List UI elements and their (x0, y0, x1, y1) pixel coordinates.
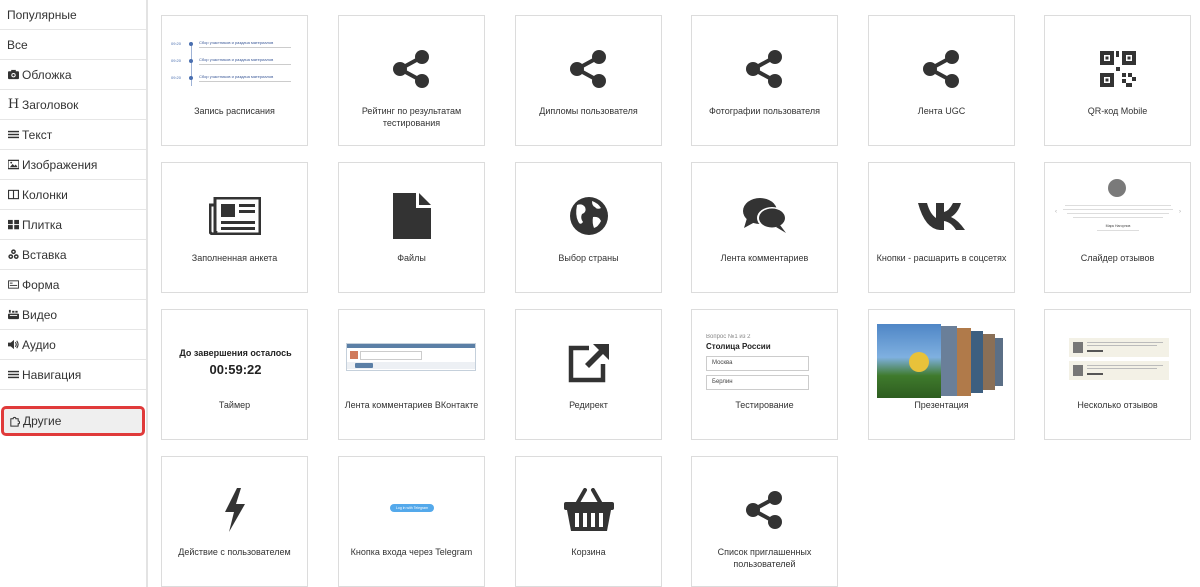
vk-icon (917, 203, 965, 230)
card-telegram-login[interactable]: Log in with Telegram Кнопка входа через … (338, 456, 485, 587)
card-user-diplomas[interactable]: Дипломы пользователя (515, 15, 662, 146)
sidebar-item-embed[interactable]: Вставка (0, 240, 146, 270)
card-label: Корзина (571, 547, 606, 557)
card-qr-mobile[interactable]: QR-код Mobile (1044, 15, 1191, 146)
share-icon (745, 491, 782, 529)
card-label: Несколько отзывов (1077, 400, 1158, 410)
external-link-icon (568, 344, 609, 383)
youtube-icon (7, 309, 20, 321)
cubes-icon (7, 249, 20, 261)
sidebar-item-video[interactable]: Видео (0, 300, 146, 330)
card-ugc-feed[interactable]: Лента UGC (868, 15, 1015, 146)
card-label: Дипломы пользователя (539, 106, 638, 116)
card-label: Список приглашенных пользователей (717, 547, 812, 569)
sidebar-item-images[interactable]: Изображения (0, 150, 146, 180)
share-icon (745, 50, 782, 88)
camera-icon (7, 69, 20, 81)
card-multiple-reviews[interactable]: Несколько отзывов (1044, 309, 1191, 440)
card-label: Лента UGC (917, 106, 966, 116)
sidebar-item-all[interactable]: Все (0, 30, 146, 60)
test-preview: Вопрос №1 из 2 Столица России Москва Бер… (706, 334, 824, 390)
bolt-icon (224, 488, 245, 532)
timer-value: 00:59:22 (209, 362, 262, 377)
presentation-preview (877, 324, 1008, 398)
sidebar-item-popular[interactable]: Популярные (0, 0, 146, 30)
card-presentation[interactable]: Презентация (868, 309, 1015, 440)
card-timer[interactable]: До завершения осталось 00:59:22 Таймер (161, 309, 308, 440)
card-label: Тестирование (735, 400, 794, 410)
card-label: Кнопки - расшарить в соцсетях (876, 253, 1007, 263)
sidebar-item-heading[interactable]: H Заголовок (0, 90, 146, 120)
tiles-icon (7, 219, 20, 231)
reviews-slider-preview: ‹ › Марк Нагорнов (1053, 179, 1183, 249)
card-social-share-buttons[interactable]: Кнопки - расшарить в соцсетях (868, 162, 1015, 293)
timer-title: До завершения осталось (179, 348, 292, 358)
file-icon (392, 193, 431, 239)
share-icon (569, 50, 606, 88)
timer-preview: До завершения осталось 00:59:22 (162, 348, 309, 377)
card-comments-feed[interactable]: Лента комментариев (691, 162, 838, 293)
basket-icon (563, 488, 614, 531)
menu-icon (7, 369, 20, 381)
card-label: Запись расписания (194, 106, 275, 116)
newspaper-icon (208, 197, 261, 235)
card-user-action[interactable]: Действие с пользователем (161, 456, 308, 587)
globe-icon (569, 197, 608, 235)
card-filled-form[interactable]: Заполненная анкета (161, 162, 308, 293)
card-vk-comments[interactable]: Лента комментариев ВКонтакте (338, 309, 485, 440)
card-files[interactable]: Файлы (338, 162, 485, 293)
card-label: Файлы (397, 253, 426, 263)
sidebar-item-audio[interactable]: Аудио (0, 330, 146, 360)
card-redirect[interactable]: Редирект (515, 309, 662, 440)
card-label: Лента комментариев ВКонтакте (344, 400, 479, 410)
schedule-preview: 09:20 Сбор участников и раздача материал… (171, 40, 299, 90)
sidebar-item-columns[interactable]: Колонки (0, 180, 146, 210)
sidebar-item-cover[interactable]: Обложка (0, 60, 146, 90)
card-cart[interactable]: Корзина (515, 456, 662, 587)
avatar (1108, 179, 1126, 197)
card-label: Презентация (914, 400, 969, 410)
comments-icon (742, 198, 787, 233)
card-label: Кнопка входа через Telegram (350, 547, 473, 557)
telegram-button-preview: Log in with Telegram (390, 504, 434, 512)
card-user-photos[interactable]: Фотографии пользователя (691, 15, 838, 146)
card-reviews-slider[interactable]: ‹ › Марк Нагорнов Слайдер отзывов (1044, 162, 1191, 293)
image-icon (7, 159, 20, 171)
card-label: Рейтинг по результатам тестирования (361, 106, 462, 128)
reviews-preview (1069, 338, 1169, 382)
volume-icon (7, 339, 20, 351)
card-label: Выбор страны (558, 253, 619, 263)
card-label: Действие с пользователем (178, 547, 291, 557)
sidebar-item-tiles[interactable]: Плитка (0, 210, 146, 240)
card-invited-users[interactable]: Список приглашенных пользователей (691, 456, 838, 587)
card-country-select[interactable]: Выбор страны (515, 162, 662, 293)
card-label: Заполненная анкета (191, 253, 278, 263)
card-label: Таймер (218, 400, 251, 410)
share-icon (392, 50, 429, 88)
qrcode-icon (1099, 51, 1136, 87)
form-icon (7, 279, 20, 291)
sidebar-item-text[interactable]: Текст (0, 120, 146, 150)
share-icon (922, 50, 959, 88)
category-sidebar: Популярные Все Обложка H Заголовок Текст… (0, 0, 148, 587)
heading-icon: H (7, 97, 20, 112)
card-schedule-entry[interactable]: 09:20 Сбор участников и раздача материал… (161, 15, 308, 146)
card-testing[interactable]: Вопрос №1 из 2 Столица России Москва Бер… (691, 309, 838, 440)
card-label: QR-код Mobile (1087, 106, 1148, 116)
puzzle-icon (8, 415, 21, 427)
sidebar-item-navigation[interactable]: Навигация (0, 360, 146, 390)
card-label: Слайдер отзывов (1080, 253, 1155, 263)
card-label: Лента комментариев (720, 253, 809, 263)
vk-comments-preview (346, 343, 476, 371)
text-lines-icon (7, 129, 20, 141)
card-label: Фотографии пользователя (709, 106, 820, 116)
sidebar-item-form[interactable]: Форма (0, 270, 146, 300)
card-test-rating[interactable]: Рейтинг по результатам тестирования (338, 15, 485, 146)
columns-icon (7, 189, 20, 201)
sidebar-item-other[interactable]: Другие (1, 406, 145, 436)
card-label: Редирект (569, 400, 608, 410)
